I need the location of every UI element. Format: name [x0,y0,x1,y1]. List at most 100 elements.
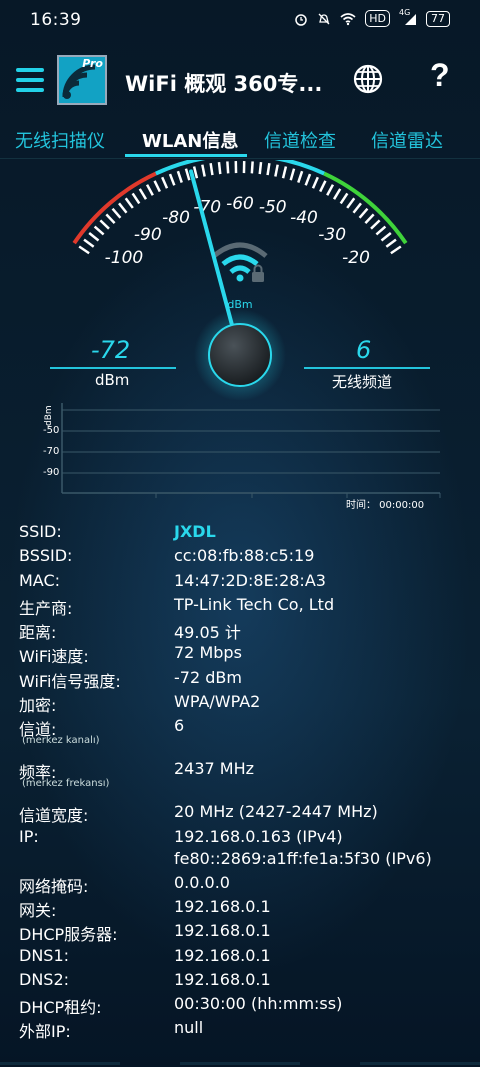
status-bar: 16:39 HD 4G 77 [0,0,480,40]
info-row-gateway: 网关: 192.168.0.1 [19,895,469,920]
info-key: 外部IP: [19,1022,71,1042]
frequency-value: 2437 MHz [174,759,255,779]
info-key: 距离: [19,623,57,643]
info-key: 加密: [19,696,57,716]
signal-readout-unit: dBm [95,371,130,389]
gauge-scale-label: -60 [226,194,254,214]
menu-icon[interactable] [16,68,44,92]
encryption-value: WPA/WPA2 [174,692,261,712]
gauge-tick [145,184,154,196]
gauge-tick [274,164,279,177]
tab-channel-check[interactable]: 信道检查 [264,127,336,153]
info-row-distance: 距离: 49.05 计 [19,617,469,643]
info-row-signal: WiFi信号强度: -72 dBm [19,666,469,691]
signal-value: -72 dBm [174,667,242,687]
info-subkey: (merkez kanalı) [22,735,100,747]
gauge-tick [319,180,327,193]
netmask-value: 0.0.0.0 [174,872,230,892]
gauge-tick [161,176,169,189]
gauge-scale-label: -100 [105,248,144,268]
dns2-value: 192.168.0.1 [174,969,271,989]
graph-time-label: 时间： 00:00:00 [346,500,425,511]
bssid-value: cc:08:fb:88:c5:19 [174,546,315,566]
gauge-tick [332,188,342,200]
needle-hub [208,323,272,387]
pro-badge: Pro [82,57,103,70]
gauge-tick [88,231,100,242]
info-row-channel: 信道: (merkez kanalı) 6 [19,714,469,757]
gauge-tick [111,207,122,219]
gauge-tick [380,231,392,242]
info-row-dns1: DNS1: 192.168.0.1 [19,944,469,968]
gauge-tick [311,176,319,189]
info-key: 信道宽度: [19,806,89,826]
gauge-scale-label: -40 [290,208,318,228]
tab-wireless-scanner[interactable]: 无线扫描仪 [15,127,105,153]
info-key: 生产商: [19,598,73,618]
gauge-tick [375,225,387,236]
channel-readout-value: 6 [356,336,372,364]
info-key: DNS2: [19,969,70,989]
channel-value: 6 [174,716,185,736]
wifi-icon [340,12,356,25]
gauge-tick [258,162,263,175]
tab-wlan-info[interactable]: WLAN信息 [142,127,238,153]
info-key: WiFi信号强度: [19,671,121,691]
gauge-tick [339,192,349,205]
gauge-tick [364,213,375,224]
graph-y-tick: -50 [43,425,60,436]
status-icons: HD 4G 77 [294,8,450,27]
info-subkey: (merkez frekansı) [22,778,110,790]
tab-channel-radar[interactable]: 信道雷达 [371,127,443,153]
gauge-tick [201,164,206,177]
gauge-tick [226,161,230,174]
info-row-dns2: DNS2: 192.168.0.1 [19,968,469,992]
gauge-tick [297,170,304,183]
gauge-tick [105,213,116,224]
gauge-tick [304,173,312,186]
gauge-tick [168,173,176,186]
gauge-tick [93,225,105,236]
gauge-tick [250,161,254,174]
info-row-channel-width: 信道宽度: 20 MHz (2427-2447 MHz) [19,800,469,826]
status-time: 16:39 [30,10,82,30]
info-row-bssid: BSSID: cc:08:fb:88:c5:19 [19,544,469,568]
info-row-speed: WiFi速度: 72 Mbps [19,641,469,666]
info-key: IP: [19,826,39,846]
signal-history-graph: dBm -50 -70 -90 时间： 00:00:00 [0,398,480,513]
info-key: BSSID: [19,546,73,566]
gauge-tick [289,168,296,181]
channel-readout-line [304,367,430,369]
gauge-tick [266,163,271,176]
info-key: DNS1: [19,945,70,965]
app-title: WiFi 概观 360专... [125,72,323,96]
gauge-arc-segment [154,153,326,176]
system-nav-bar [0,1060,480,1067]
wlan-info-list: SSID: JXDL BSSID: cc:08:fb:88:c5:19 MAC:… [19,520,469,1041]
gauge-scale-label: -80 [162,208,190,228]
wifi-lock-icon [212,242,268,282]
app-logo: Pro [57,55,107,105]
info-row-external-ip: 外部IP: null [19,1016,469,1042]
gauge-tick [99,219,110,230]
mute-icon [318,13,330,24]
graph-y-tick: -70 [43,446,60,457]
gauge-tick [153,180,161,193]
info-row-netmask: 网络掩码: 0.0.0.0 [19,871,469,896]
help-icon[interactable]: ? [430,57,450,94]
info-row-ssid: SSID: JXDL [19,520,469,544]
gauge-dial: -100-90-80-70 -60 -50-40-30-20 dBm [72,153,408,401]
mac-value: 14:47:2D:8E:28:A3 [174,570,326,590]
gauge-tick [176,170,183,183]
info-key: DHCP服务器: [19,925,118,945]
info-key: SSID: [19,522,62,541]
vendor-value: TP-Link Tech Co, Ltd [174,594,335,614]
language-globe-icon[interactable] [352,63,384,95]
gauge-scale-label: -20 [342,248,370,268]
gauge-tick [326,184,335,196]
gauge-tick [352,202,362,214]
channel-readout-label: 无线频道 [332,373,393,391]
gauge-tick [358,207,369,219]
speed-value: 72 Mbps [174,643,242,663]
info-row-dhcp-server: DHCP服务器: 192.168.0.1 [19,919,469,945]
